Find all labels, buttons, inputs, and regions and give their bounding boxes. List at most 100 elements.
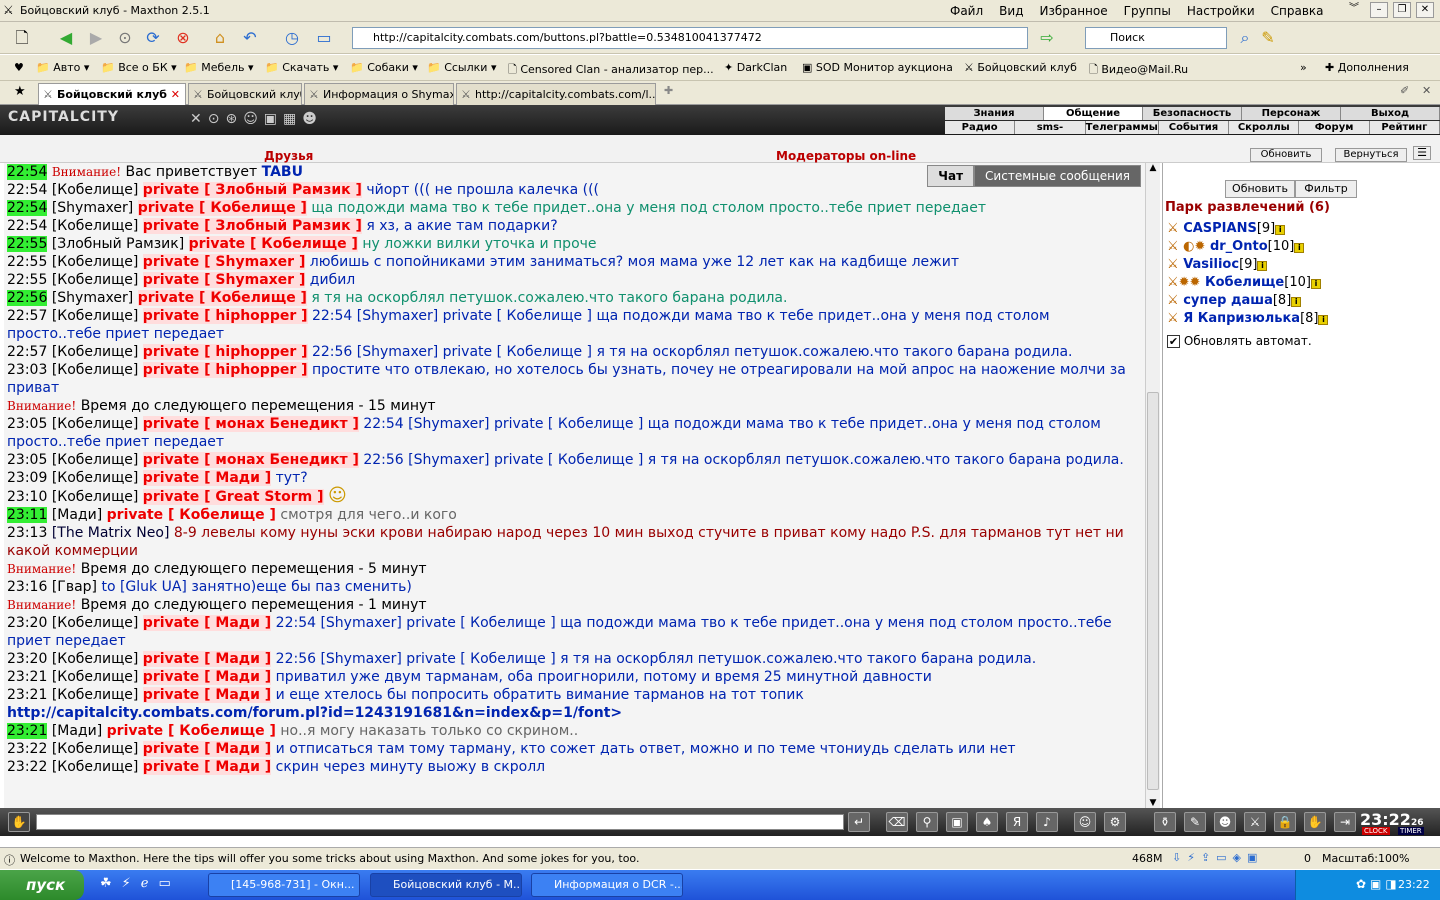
screen-icon[interactable]: ▭ bbox=[312, 27, 336, 49]
fav-combats[interactable]: ⚔ Бойцовский клуб bbox=[964, 61, 1077, 74]
chat-nick[interactable]: [Кобелище] bbox=[52, 272, 139, 288]
tab-capitalcity-url[interactable]: ⚔ http://capitalcity.combats.com/l... bbox=[456, 83, 656, 105]
chat-private-target[interactable]: private [ hiphopper ] bbox=[142, 362, 308, 378]
nav-telegrams[interactable]: Телеграммы bbox=[1086, 121, 1159, 134]
status-icons[interactable]: ⇩⚡⇪▭◈▣ bbox=[1172, 851, 1263, 864]
user-name[interactable]: супер даша bbox=[1183, 293, 1273, 308]
fight-icon[interactable]: ⚔ bbox=[1244, 812, 1266, 832]
chat-nick[interactable]: [Кобелище] bbox=[52, 416, 139, 432]
lock-icon[interactable]: 🔒 bbox=[1274, 812, 1296, 832]
favorites-icon[interactable]: ♥ bbox=[14, 61, 24, 74]
potion-icon[interactable]: ⚱ bbox=[1154, 812, 1176, 832]
game-tool-icons[interactable]: ✕⊙⊛☺▣▦☻ bbox=[190, 111, 323, 127]
chat-nick[interactable]: [Кобелище] bbox=[52, 759, 139, 775]
save-icon[interactable]: ▣ bbox=[946, 812, 968, 832]
fav-addons[interactable]: ✚ Дополнения bbox=[1325, 61, 1409, 74]
menu-favorites[interactable]: Избранное bbox=[1039, 4, 1107, 18]
user-name[interactable]: dr_Onto bbox=[1210, 239, 1268, 254]
star-icon[interactable]: ★ bbox=[14, 84, 26, 99]
fav-folder-bk[interactable]: 📁 Все о БК ▾ bbox=[101, 61, 177, 74]
user-name[interactable]: Vasilioc bbox=[1183, 257, 1239, 272]
chat-private-target[interactable]: private [ Кобелище ] bbox=[137, 290, 307, 306]
nav-radio[interactable]: Радио bbox=[945, 121, 1016, 134]
history-dropdown-icon[interactable]: ⊙ bbox=[113, 27, 137, 49]
fav-darkclan[interactable]: ✦ DarkClan bbox=[724, 61, 787, 74]
chat-nick[interactable]: [Кобелище] bbox=[52, 470, 139, 486]
location-user[interactable]: ⚔ Vasilioc[9] i bbox=[1167, 257, 1268, 272]
chat-private-target[interactable]: private [ Shymaxer ] bbox=[142, 272, 306, 288]
chat-nick[interactable]: [Кобелище] bbox=[52, 218, 139, 234]
fav-censored-clan[interactable]: 🗋 Censored Clan - анализатор пер... bbox=[508, 61, 714, 80]
timer-label[interactable]: TIMER bbox=[1398, 827, 1424, 835]
menu-help[interactable]: Справка bbox=[1271, 4, 1324, 18]
pin-icon[interactable]: ✐ bbox=[1400, 84, 1409, 97]
smiley-icon[interactable]: ☺ bbox=[1074, 812, 1096, 832]
user-info-icon[interactable]: i bbox=[1291, 297, 1302, 307]
new-page-icon[interactable]: 🗋 bbox=[10, 27, 34, 49]
chat-nick[interactable]: [Кобелище] bbox=[52, 687, 139, 703]
new-tab-icon[interactable]: ✚ bbox=[664, 84, 673, 97]
fav-folder-links[interactable]: 📁 Ссылки ▾ bbox=[427, 61, 496, 74]
chat-nick[interactable]: [Злобный Рамзик] bbox=[52, 236, 184, 252]
auto-refresh-checkbox[interactable]: ✔ Обновлять автомат. bbox=[1167, 334, 1312, 348]
user-name[interactable]: Я Капризюлька bbox=[1183, 311, 1300, 326]
menu-groups[interactable]: Группы bbox=[1124, 4, 1171, 18]
user-info-icon[interactable]: i bbox=[1275, 225, 1286, 235]
location-user[interactable]: ⚔ ◐✹ dr_Onto[10] i bbox=[1167, 239, 1305, 254]
menu-file[interactable]: Файл bbox=[950, 4, 983, 18]
quicklaunch-icons[interactable]: ☘⚡ℯ▭ bbox=[100, 876, 181, 891]
chat-private-target[interactable]: private [ Злобный Рамзик ] bbox=[142, 218, 362, 234]
location-user[interactable]: ⚔ супер даша[8] i bbox=[1167, 293, 1302, 308]
chat-private-target[interactable]: private [ Злобный Рамзик ] bbox=[142, 182, 362, 198]
nav-character[interactable]: Персонаж bbox=[1242, 107, 1341, 120]
chat-nick[interactable]: [Мади] bbox=[52, 507, 102, 523]
back-icon[interactable]: ◀ bbox=[54, 27, 78, 49]
chat-private-target[interactable]: private [ Кобелище ] bbox=[107, 507, 276, 523]
chat-private-target[interactable]: private [ hiphopper ] bbox=[142, 308, 308, 324]
scroll-thumb[interactable] bbox=[1147, 392, 1159, 790]
moderators-link[interactable]: Модераторы on-line bbox=[776, 149, 916, 163]
nav-exit[interactable]: Выход bbox=[1341, 107, 1440, 120]
chat-nick[interactable]: [Кобелище] bbox=[52, 182, 139, 198]
chat-nick[interactable]: [Shymaxer] bbox=[52, 290, 133, 306]
location-user[interactable]: ⚔ Я Капризюлька[8] i bbox=[1167, 311, 1329, 326]
chat-private-target[interactable]: private [ Shymaxer ] bbox=[142, 254, 306, 270]
highlight-icon[interactable]: ✎ bbox=[1256, 27, 1280, 49]
chevron-down-icon[interactable]: ︾ bbox=[1345, 2, 1363, 18]
chat-link[interactable]: http://capitalcity.combats.com/forum.pl?… bbox=[7, 705, 622, 721]
tab-chat[interactable]: Чат bbox=[927, 165, 975, 187]
location-user[interactable]: ⚔ CASPIANS[9] i bbox=[1167, 221, 1286, 236]
user-name[interactable]: Кобелище bbox=[1205, 275, 1284, 290]
hand-icon[interactable]: ✋ bbox=[1304, 812, 1326, 832]
nav-events[interactable]: События bbox=[1159, 121, 1230, 134]
send-icon[interactable]: ↵ bbox=[848, 812, 870, 832]
nav-knowledge[interactable]: Знания bbox=[945, 107, 1044, 120]
filter-icon[interactable]: ⚲ bbox=[916, 812, 938, 832]
tab-system-messages[interactable]: Системные сообщения bbox=[974, 165, 1141, 187]
nav-sms-history[interactable]: sms-история bbox=[1015, 121, 1086, 146]
translit-icon[interactable]: Я bbox=[1006, 812, 1028, 832]
user-info-icon[interactable]: i bbox=[1318, 315, 1329, 325]
zoom-level[interactable]: Масштаб:100% bbox=[1322, 852, 1409, 865]
chat-nick[interactable]: [Кобелище] bbox=[52, 344, 139, 360]
chat-nick[interactable]: [Гвар] bbox=[52, 579, 97, 595]
back-button[interactable]: Вернуться bbox=[1335, 148, 1407, 162]
start-button[interactable]: пуск bbox=[0, 870, 84, 900]
user-info-icon[interactable]: i bbox=[1294, 243, 1305, 253]
clock-label[interactable]: CLOCK bbox=[1362, 827, 1390, 835]
exit-icon[interactable]: ⇥ bbox=[1334, 812, 1356, 832]
location-user[interactable]: ⚔✹✹ Кобелище[10] i bbox=[1167, 275, 1321, 290]
nav-communication[interactable]: Общение bbox=[1044, 107, 1143, 120]
chat-nick[interactable]: [Кобелище] bbox=[52, 452, 139, 468]
clock-icon[interactable]: ◷ bbox=[280, 27, 304, 49]
close-all-icon[interactable]: ✕ bbox=[1422, 84, 1431, 97]
stop-icon[interactable]: ⊗ bbox=[171, 27, 195, 49]
fav-folder-auto[interactable]: 📁 Авто ▾ bbox=[36, 61, 89, 74]
sound-icon[interactable]: ♪ bbox=[1036, 812, 1058, 832]
chat-private-target[interactable]: private [ hiphopper ] bbox=[142, 344, 308, 360]
side-filter-button[interactable]: Фильтр bbox=[1295, 180, 1357, 198]
chat-private-target[interactable]: private [ Мади ] bbox=[142, 687, 272, 703]
fav-video-mail[interactable]: 🗋 Видео@Mail.Ru bbox=[1089, 61, 1188, 80]
chat-private-target[interactable]: private [ Мади ] bbox=[142, 741, 272, 757]
go-icon[interactable]: ⇨ bbox=[1035, 27, 1059, 49]
